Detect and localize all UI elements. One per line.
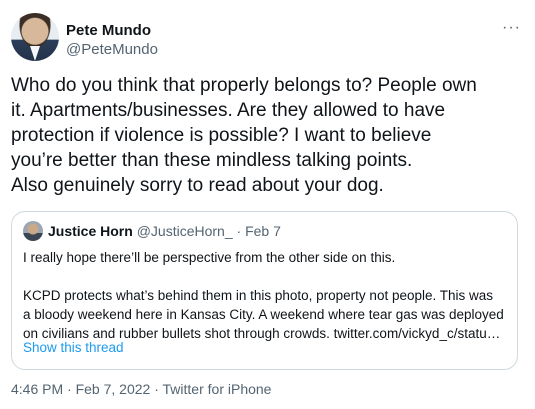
quoted-header: Justice Horn @JusticeHorn_ · Feb 7: [48, 223, 281, 240]
quoted-separator: ·: [236, 223, 242, 239]
quoted-author-handle: @JusticeHorn_: [136, 223, 233, 239]
tweet-time[interactable]: 4:46 PM: [11, 381, 63, 397]
author-handle[interactable]: @PeteMundo: [66, 41, 158, 59]
meta-separator: ·: [154, 381, 159, 397]
meta-separator: ·: [67, 381, 72, 397]
quoted-date: Feb 7: [245, 223, 281, 239]
quoted-text: I really hope there’ll be perspective fr…: [23, 250, 504, 341]
quoted-tweet[interactable]: Justice Horn @JusticeHorn_ · Feb 7 I rea…: [11, 211, 518, 370]
author-name[interactable]: Pete Mundo: [66, 22, 151, 40]
tweet-meta: 4:46 PM · Feb 7, 2022 · Twitter for iPho…: [11, 381, 271, 398]
quoted-author-name: Justice Horn: [48, 223, 133, 239]
quoted-avatar: [23, 221, 43, 241]
avatar[interactable]: [11, 13, 59, 61]
tweet-date[interactable]: Feb 7, 2022: [76, 381, 151, 397]
more-horizontal-icon[interactable]: ···: [502, 20, 521, 36]
show-thread-link[interactable]: Show this thread: [23, 339, 124, 357]
tweet-source[interactable]: Twitter for iPhone: [163, 381, 272, 397]
tweet-header: Pete Mundo @PeteMundo ···: [11, 13, 525, 69]
tweet-text: Who do you think that properly belongs t…: [11, 75, 477, 196]
